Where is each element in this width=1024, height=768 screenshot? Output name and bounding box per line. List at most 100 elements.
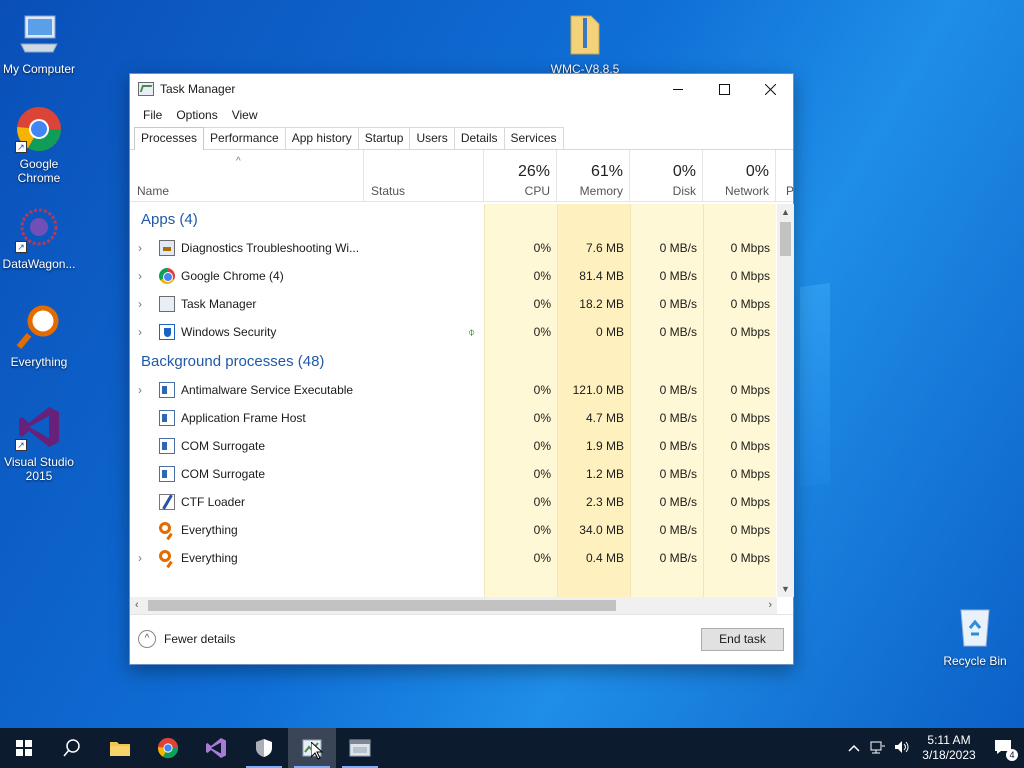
taskbar-file-explorer[interactable]: [96, 728, 144, 768]
desktop-icon-label: Google Chrome: [17, 157, 61, 185]
table-row[interactable]: COM Surrogate 0% 1.9 MB 0 MB/s 0 Mbps: [130, 432, 777, 460]
disk-value: 0 MB/s: [659, 411, 697, 425]
wallpaper-glow: [800, 282, 830, 488]
scroll-up-icon[interactable]: ▲: [777, 207, 794, 217]
column-name[interactable]: ^ Name: [130, 150, 364, 202]
chevron-right-icon[interactable]: ›: [138, 325, 148, 339]
cpu-percent: 26%: [517, 163, 550, 180]
chevron-right-icon[interactable]: ›: [138, 241, 148, 255]
table-row[interactable]: Everything 0% 34.0 MB 0 MB/s 0 Mbps: [130, 516, 777, 544]
column-network-label: Network: [724, 184, 769, 198]
process-name: Task Manager: [181, 297, 257, 311]
windows-logo-icon: [16, 740, 32, 756]
desktop-icon-recycle-bin[interactable]: Recycle Bin: [933, 602, 1017, 668]
network-icon[interactable]: [870, 740, 886, 757]
sort-up-icon: ^: [236, 156, 241, 167]
column-memory[interactable]: 61% Memory: [557, 150, 630, 202]
chevron-right-icon[interactable]: ›: [138, 297, 148, 311]
clock[interactable]: 5:11 AM 3/18/2023: [918, 733, 980, 763]
menu-bar: File Options View: [130, 104, 793, 126]
vertical-scroll-thumb[interactable]: [780, 222, 791, 256]
title-bar[interactable]: Task Manager: [130, 74, 793, 104]
table-row[interactable]: › Everything 0% 0.4 MB 0 MB/s 0 Mbps: [130, 544, 777, 572]
tab-app-history[interactable]: App history: [284, 127, 359, 149]
vertical-scrollbar[interactable]: ▲ ▼: [777, 204, 794, 597]
chevron-up-icon[interactable]: [848, 741, 860, 755]
desktop-icon-visual-studio[interactable]: ↗ Visual Studio 2015: [0, 403, 81, 483]
taskbar: 5:11 AM 3/18/2023 4: [0, 728, 1024, 768]
horizontal-scroll-thumb[interactable]: [148, 600, 616, 611]
tab-processes[interactable]: Processes: [134, 127, 205, 150]
group-title: Apps (4): [141, 210, 198, 228]
minimize-button[interactable]: [655, 74, 701, 104]
taskbar-visual-studio[interactable]: [192, 728, 240, 768]
notification-button[interactable]: 4: [994, 739, 1018, 761]
desktop-icon-datawagon[interactable]: ↗ DataWagon...: [0, 205, 81, 271]
table-row[interactable]: › Google Chrome (4) 0% 81.4 MB 0 MB/s 0 …: [130, 262, 777, 290]
column-disk-label: Disk: [672, 184, 696, 198]
tab-performance[interactable]: Performance: [203, 127, 286, 149]
mouse-cursor-icon: [311, 742, 323, 760]
memory-value: 34.0 MB: [579, 523, 624, 537]
cpu-value: 0%: [533, 467, 551, 481]
search-button[interactable]: [48, 728, 96, 768]
table-row[interactable]: Application Frame Host 0% 4.7 MB 0 MB/s …: [130, 404, 777, 432]
scroll-left-icon[interactable]: ‹: [135, 597, 139, 614]
desktop-icon-google-chrome[interactable]: ↗ Google Chrome: [0, 105, 81, 185]
tab-startup[interactable]: Startup: [357, 127, 411, 149]
desktop-icon-everything[interactable]: Everything: [0, 303, 81, 369]
column-cpu[interactable]: 26% CPU: [484, 150, 557, 202]
taskbar-chrome[interactable]: [144, 728, 192, 768]
table-row[interactable]: › Windows Security ⌽ 0% 0 MB 0 MB/s 0 Mb…: [130, 318, 777, 346]
chevron-right-icon[interactable]: ›: [138, 551, 148, 565]
column-status[interactable]: Status: [364, 150, 484, 202]
memory-value: 0 MB: [595, 325, 624, 339]
table-row[interactable]: › Diagnostics Troubleshooting Wi... 0% 7…: [130, 234, 777, 262]
scroll-right-icon[interactable]: ›: [768, 597, 772, 614]
end-task-button[interactable]: End task: [701, 628, 784, 651]
fewer-details-button[interactable]: ^ Fewer details: [138, 630, 235, 648]
network-value: 0 Mbps: [730, 383, 770, 397]
chevron-right-icon[interactable]: ›: [138, 383, 148, 397]
menu-file[interactable]: File: [136, 108, 169, 122]
process-name: Antimalware Service Executable: [181, 383, 354, 397]
network-value: 0 Mbps: [730, 241, 770, 255]
process-name: COM Surrogate: [181, 439, 266, 453]
process-name: Windows Security: [181, 325, 277, 339]
horizontal-scrollbar[interactable]: ‹ ›: [130, 597, 777, 614]
tab-details[interactable]: Details: [453, 127, 505, 149]
network-value: 0 Mbps: [730, 439, 770, 453]
desktop-icon-wmc[interactable]: WMC-V8.8.5: [543, 10, 627, 76]
disk-value: 0 MB/s: [659, 467, 697, 481]
tab-users[interactable]: Users: [409, 127, 455, 149]
volume-icon[interactable]: [894, 740, 910, 757]
group-header-background[interactable]: Background processes (48): [130, 346, 777, 376]
close-button[interactable]: [747, 74, 793, 104]
tab-services[interactable]: Services: [503, 127, 564, 149]
taskbar-window-app[interactable]: [336, 728, 384, 768]
scroll-down-icon[interactable]: ▼: [777, 584, 794, 594]
fewer-details-label: Fewer details: [164, 632, 236, 646]
group-header-apps[interactable]: Apps (4): [130, 204, 777, 234]
column-power[interactable]: P: [776, 150, 794, 202]
cpu-value: 0%: [533, 495, 551, 509]
table-row[interactable]: COM Surrogate 0% 1.2 MB 0 MB/s 0 Mbps: [130, 460, 777, 488]
process-name: Diagnostics Troubleshooting Wi...: [181, 241, 360, 255]
taskbar-windows-security[interactable]: [240, 728, 288, 768]
start-button[interactable]: [0, 728, 48, 768]
menu-options[interactable]: Options: [169, 108, 224, 122]
cpu-value: 0%: [533, 411, 551, 425]
table-row[interactable]: CTF Loader 0% 2.3 MB 0 MB/s 0 Mbps: [130, 488, 777, 516]
desktop-icon-label: Visual Studio 2015: [4, 455, 74, 483]
maximize-button[interactable]: [701, 74, 747, 104]
desktop-icon-my-computer[interactable]: My Computer: [0, 10, 81, 76]
column-disk[interactable]: 0% Disk: [630, 150, 703, 202]
chrome-icon: [157, 737, 179, 759]
chevron-right-icon[interactable]: ›: [138, 269, 148, 283]
process-name: Application Frame Host: [181, 411, 306, 425]
menu-view[interactable]: View: [225, 108, 265, 122]
table-row[interactable]: › Antimalware Service Executable 0% 121.…: [130, 376, 777, 404]
network-value: 0 Mbps: [730, 325, 770, 339]
column-network[interactable]: 0% Network: [703, 150, 776, 202]
table-row[interactable]: › Task Manager 0% 18.2 MB 0 MB/s 0 Mbps: [130, 290, 777, 318]
